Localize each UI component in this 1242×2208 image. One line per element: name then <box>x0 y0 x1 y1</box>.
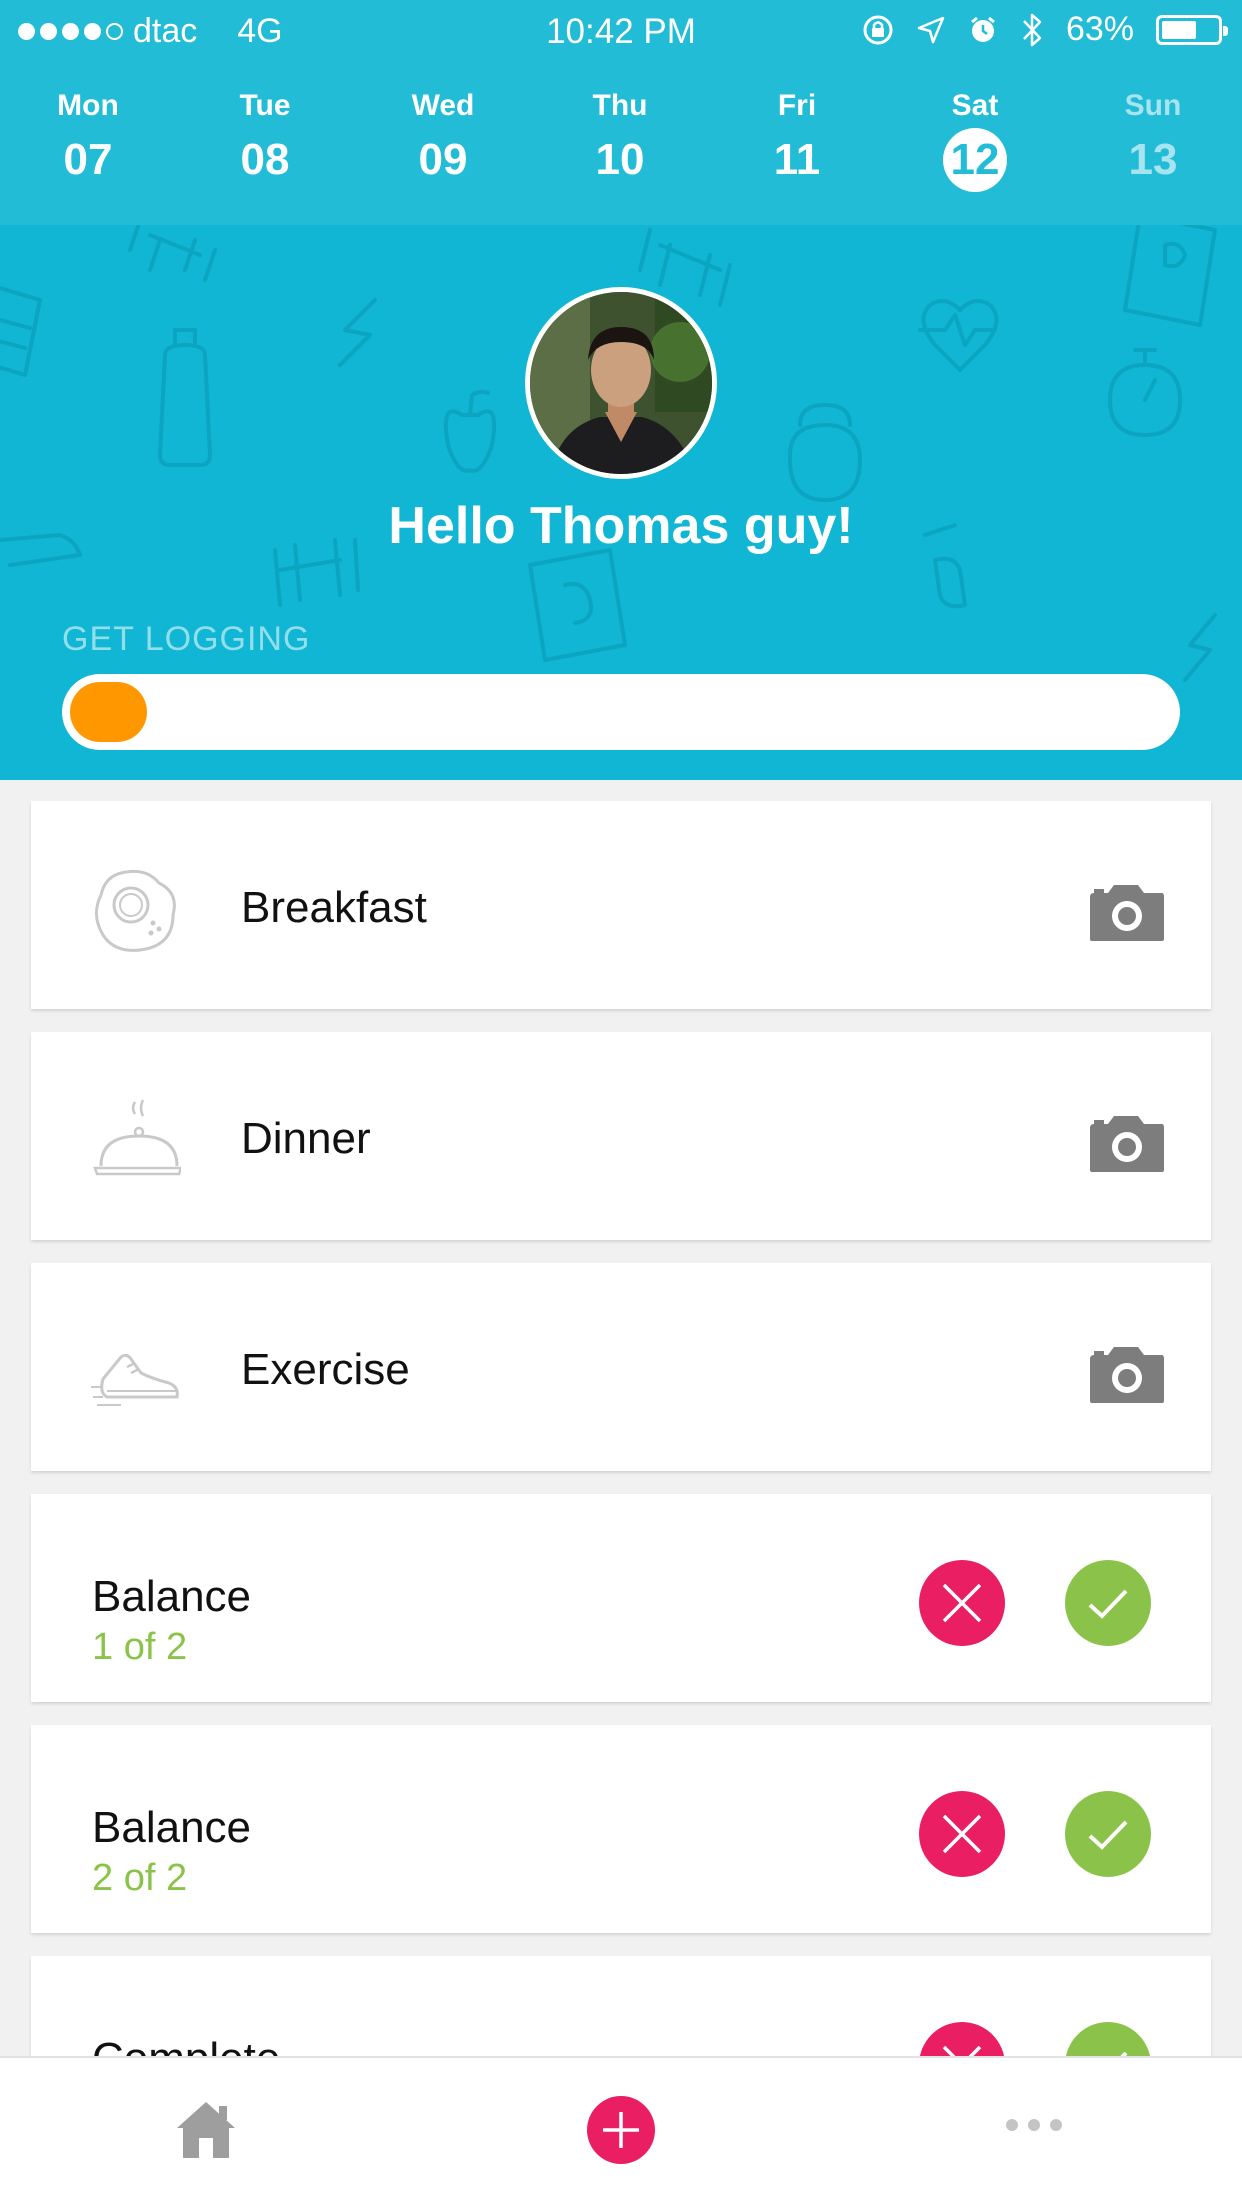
cloche-icon <box>93 1099 181 1176</box>
rotation-lock-icon <box>863 15 893 44</box>
day-name: Thu <box>592 89 648 122</box>
camera-icon[interactable] <box>1086 1345 1166 1405</box>
logging-label: GET LOGGING <box>62 620 311 658</box>
home-icon <box>177 2102 235 2158</box>
plus-icon <box>587 2096 655 2164</box>
tab-more[interactable] <box>1005 2118 1063 2137</box>
day-name: Sat <box>951 89 999 122</box>
profile-avatar[interactable] <box>525 287 717 479</box>
day-number: 07 <box>28 128 148 192</box>
habit-card: Balance 1 of 2 <box>31 1494 1211 1702</box>
accept-button[interactable] <box>1065 1791 1151 1877</box>
location-arrow-icon <box>917 16 945 43</box>
accept-button[interactable] <box>1065 1560 1151 1646</box>
log-card-breakfast[interactable]: Breakfast <box>31 801 1211 1009</box>
reject-button[interactable] <box>919 1791 1005 1877</box>
log-card-title: Dinner <box>241 1114 371 1163</box>
status-bar: dtac 4G 10:42 PM 63% <box>0 0 1242 62</box>
day-number-text: 10 <box>595 135 645 184</box>
day-number-text: 08 <box>240 135 290 184</box>
week-selector: Mon 07 Tue 08 Wed 09 Thu 10 Fri 11 Sat 12 Sun 13 <box>0 86 1242 196</box>
bottom-tab-bar <box>0 2056 1242 2208</box>
day-name: Mon <box>57 89 119 122</box>
avatar-photo <box>530 292 712 474</box>
battery-fill <box>1162 20 1197 39</box>
camera-icon[interactable] <box>1086 883 1166 943</box>
battery-percent: 63% <box>1065 10 1134 48</box>
tab-add[interactable] <box>587 2096 655 2169</box>
close-icon <box>942 1814 982 1854</box>
camera-icon[interactable] <box>1086 1114 1166 1174</box>
day-sat[interactable]: Sat 12 <box>915 86 1035 192</box>
day-number: 10 <box>560 128 680 192</box>
habit-title: Balance <box>92 1572 252 1621</box>
day-name: Fri <box>777 89 817 122</box>
status-right: 63% <box>862 10 1228 49</box>
header-area: dtac 4G 10:42 PM 63% Mon 07 Tue 08 Wed 0… <box>0 0 1242 780</box>
day-number-text: 13 <box>1128 135 1178 184</box>
log-card-title: Breakfast <box>241 883 427 932</box>
day-thu[interactable]: Thu 10 <box>560 86 680 192</box>
day-fri[interactable]: Fri 11 <box>737 86 857 192</box>
day-mon[interactable]: Mon 07 <box>28 86 148 192</box>
day-number: 11 <box>737 128 857 192</box>
habit-progress: 2 of 2 <box>92 1857 188 1899</box>
checkmark-icon <box>1088 1589 1128 1619</box>
logging-progress-track <box>62 674 1180 750</box>
sneaker-icon <box>91 1353 179 1406</box>
day-number: 08 <box>205 128 325 192</box>
habit-title: Balance <box>92 1803 252 1852</box>
day-tue[interactable]: Tue 08 <box>205 86 325 192</box>
alarm-icon <box>971 16 995 42</box>
log-card-dinner[interactable]: Dinner <box>31 1032 1211 1240</box>
day-name: Wed <box>411 89 475 122</box>
day-number: 12 <box>915 128 1035 192</box>
habit-progress: 1 of 2 <box>92 1626 188 1668</box>
day-number: 09 <box>383 128 503 192</box>
checkmark-icon <box>1088 1820 1128 1850</box>
day-name: Sun <box>1124 89 1182 122</box>
tab-home[interactable] <box>175 2098 237 2165</box>
day-number-text: 07 <box>63 135 113 184</box>
more-icon <box>1006 2119 1062 2131</box>
log-card-exercise[interactable]: Exercise <box>31 1263 1211 1471</box>
reject-button[interactable] <box>919 1560 1005 1646</box>
close-icon <box>942 1583 982 1623</box>
greeting-text: Hello Thomas guy! <box>388 497 854 555</box>
day-number-text: 12 <box>943 128 1007 192</box>
day-number-text: 09 <box>418 135 468 184</box>
bluetooth-icon <box>1023 13 1042 46</box>
day-sun[interactable]: Sun 13 <box>1093 86 1213 192</box>
log-card-title: Exercise <box>241 1345 410 1394</box>
day-wed[interactable]: Wed 09 <box>383 86 503 192</box>
battery-icon <box>1156 14 1228 45</box>
day-number-text: 11 <box>773 135 821 184</box>
logging-progress-fill <box>70 682 148 742</box>
day-name: Tue <box>239 89 291 122</box>
habit-card: Balance 2 of 2 <box>31 1725 1211 1933</box>
egg-icon <box>95 869 176 952</box>
day-number: 13 <box>1093 128 1213 192</box>
